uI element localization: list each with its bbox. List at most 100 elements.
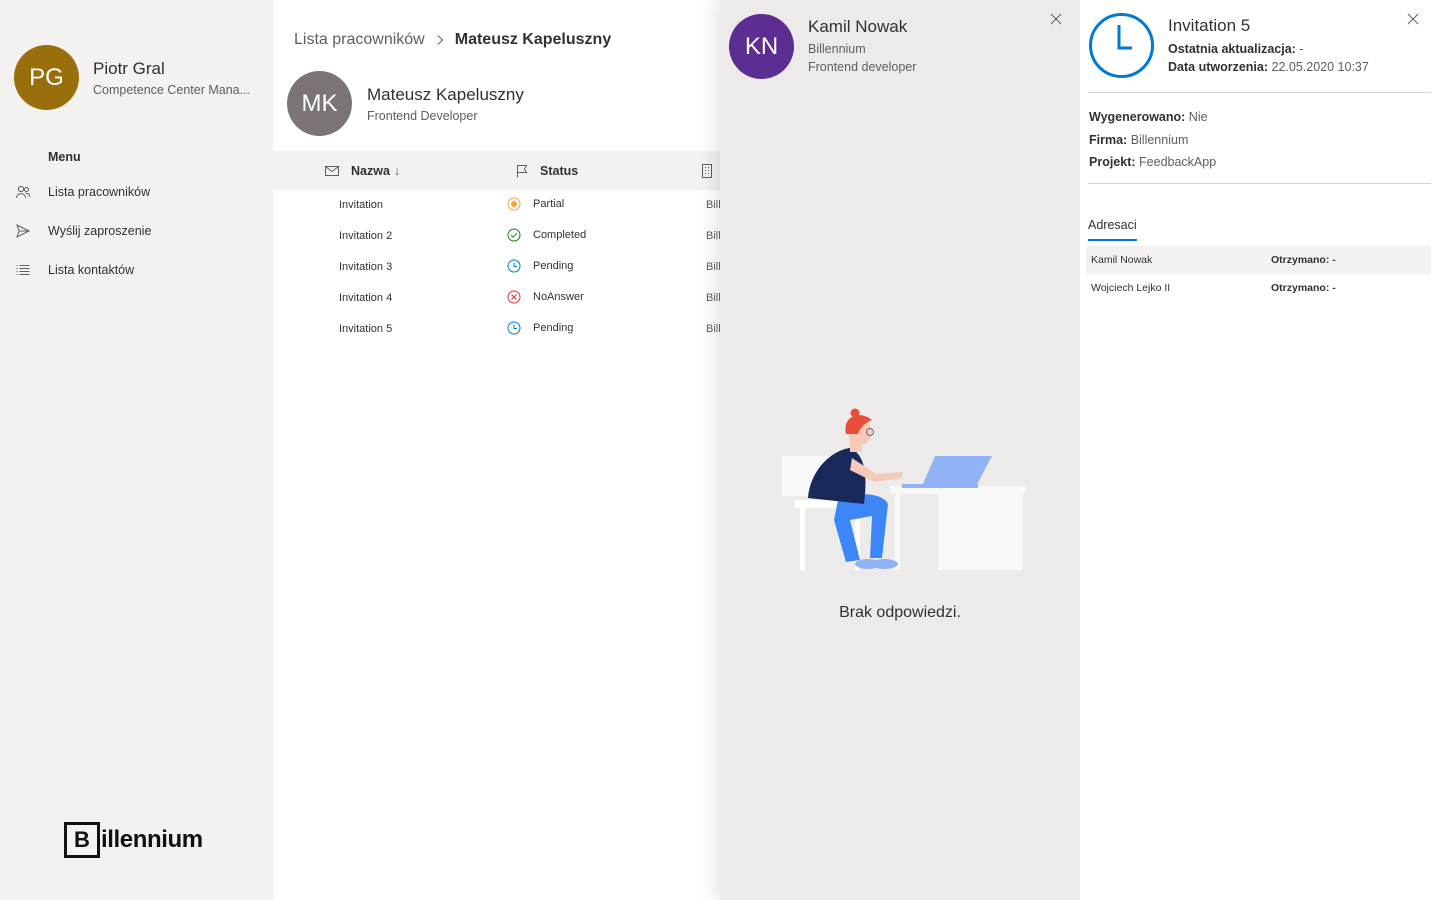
contact-name: Kamil Nowak [808, 17, 908, 36]
table-row[interactable]: Invitation 2 Completed Bill [273, 221, 720, 252]
created-value: 22.05.2020 10:37 [1271, 60, 1369, 74]
column-header-company[interactable] [702, 151, 720, 190]
last-update-line: Ostatnia aktualizacja: - [1168, 40, 1369, 58]
sidebar-item-employees[interactable]: Lista pracowników [0, 172, 273, 211]
invitation-details: Wygenerowano: Nie Firma: Billennium Proj… [1089, 106, 1216, 174]
clock-icon [1089, 13, 1154, 78]
created-line: Data utworzenia: 22.05.2020 10:37 [1168, 58, 1369, 76]
status-label: NoAnswer [533, 291, 584, 303]
contact-role: Frontend developer [808, 60, 917, 74]
company-cell: Bill [706, 323, 720, 335]
company-cell: Bill [706, 230, 720, 242]
status-label: Pending [533, 322, 574, 334]
contact-response-panel: KN Kamil Nowak Billennium Frontend devel… [720, 0, 1080, 900]
received-label: Otrzymano: [1271, 254, 1330, 266]
status-cell: Pending [507, 321, 573, 335]
invitation-header: Invitation 5 Ostatnia aktualizacja: - Da… [1088, 12, 1369, 79]
close-icon[interactable] [1048, 11, 1064, 27]
received-label: Otrzymano: [1271, 282, 1330, 294]
company-cell: Bill [706, 199, 720, 211]
contact-company: Billennium [808, 42, 866, 56]
user-role: Competence Center Mana... [93, 83, 251, 97]
column-header-name-label: Nazwa [351, 163, 390, 178]
invitation-details-panel: Invitation 5 Ostatnia aktualizacja: - Da… [1080, 0, 1440, 900]
pending-status-icon [507, 321, 521, 335]
generated-line: Wygenerowano: Nie [1089, 106, 1216, 129]
column-header-status[interactable]: Status [516, 151, 578, 190]
contact-header: KN Kamil Nowak Billennium Frontend devel… [729, 14, 916, 79]
breadcrumb-root-link[interactable]: Lista pracowników [294, 31, 425, 49]
status-label: Pending [533, 260, 574, 272]
recipient-name: Kamil Nowak [1091, 254, 1153, 266]
table-row[interactable]: Invitation 3 Pending Bill [273, 252, 720, 283]
divider [1088, 183, 1431, 184]
breadcrumb: Lista pracowników Mateusz Kapeluszny [294, 31, 611, 49]
recipient-received: Otrzymano: - [1271, 254, 1336, 266]
table-row[interactable]: Invitation 4 NoAnswer Bill [273, 283, 720, 314]
table-row[interactable]: Invitation Partial Bill [273, 190, 720, 221]
breadcrumb-current: Mateusz Kapeluszny [454, 31, 612, 48]
avatar: PG [14, 45, 79, 110]
no-response-message: Brak odpowiedzi. [839, 604, 961, 621]
send-icon [14, 222, 32, 240]
status-cell: NoAnswer [507, 290, 584, 304]
table-header: Nazwa ↓ Status [273, 151, 720, 190]
sidebar-item-label: Wyślij zaproszenie [48, 223, 152, 238]
received-value: - [1332, 254, 1336, 266]
brand-logo-text: illennium [101, 826, 203, 853]
invitation-name: Invitation 3 [339, 261, 393, 273]
pending-status-icon [507, 259, 521, 273]
sidebar-item-send-invitation[interactable]: Wyślij zaproszenie [0, 211, 273, 250]
company-value: Billennium [1130, 132, 1189, 147]
sidebar-nav: Lista pracowników Wyślij zaproszenie Lis… [0, 172, 273, 289]
recipients-list: Kamil Nowak Otrzymano: - Wojciech Lejko … [1086, 246, 1431, 302]
completed-status-icon [507, 228, 521, 242]
menu-heading: Menu [48, 150, 81, 164]
people-icon [14, 183, 32, 201]
sidebar: PG Piotr Gral Competence Center Mana... … [0, 0, 273, 900]
status-cell: Pending [507, 259, 573, 273]
empty-state-illustration [782, 408, 1025, 570]
flag-icon [516, 164, 528, 178]
invitations-table: Invitation Partial Bill Invitation 2 Com… [273, 190, 720, 345]
sort-descending-icon: ↓ [393, 163, 401, 178]
divider [1088, 92, 1431, 93]
close-icon[interactable] [1405, 11, 1421, 27]
last-update-label: Ostatnia aktualizacja: [1168, 42, 1296, 56]
invitation-name: Invitation [339, 199, 384, 211]
employee-profile: MK Mateusz Kapeluszny Frontend Developer [287, 71, 524, 136]
brand-logo: B illennium [64, 822, 203, 858]
status-label: Completed [533, 229, 587, 241]
tab-recipients[interactable]: Adresaci [1088, 218, 1137, 241]
column-header-status-label: Status [540, 163, 579, 178]
partial-status-icon [507, 197, 521, 211]
avatar: MK [287, 71, 352, 136]
project-value: FeedbackApp [1139, 155, 1217, 169]
employee-role: Frontend Developer [367, 109, 478, 123]
project-label: Projekt: [1089, 155, 1136, 169]
current-user-card[interactable]: PG Piotr Gral Competence Center Mana... [14, 45, 253, 110]
company-line: Firma: Billennium [1089, 129, 1216, 152]
list-icon [14, 261, 32, 279]
brand-logo-mark: B [64, 822, 100, 858]
sidebar-item-label: Lista kontaktów [48, 262, 135, 277]
list-item[interactable]: Wojciech Lejko II Otrzymano: - [1086, 274, 1431, 302]
recipient-received: Otrzymano: - [1271, 282, 1336, 294]
avatar: KN [729, 14, 794, 79]
employee-name: Mateusz Kapeluszny [367, 85, 524, 104]
recipient-name: Wojciech Lejko II [1091, 282, 1171, 294]
sidebar-item-label: Lista pracowników [48, 184, 151, 199]
mail-icon [325, 165, 339, 177]
status-cell: Completed [507, 228, 586, 242]
column-header-name[interactable]: Nazwa ↓ [325, 151, 400, 190]
invitation-name: Invitation 5 [339, 323, 393, 335]
sidebar-item-contacts[interactable]: Lista kontaktów [0, 250, 273, 289]
list-item[interactable]: Kamil Nowak Otrzymano: - [1086, 246, 1431, 274]
chevron-right-icon [435, 34, 445, 46]
status-cell: Partial [507, 197, 564, 211]
table-row[interactable]: Invitation 5 Pending Bill [273, 314, 720, 345]
user-name: Piotr Gral [93, 59, 165, 78]
main-content: Lista pracowników Mateusz Kapeluszny MK … [273, 0, 720, 900]
invitation-name: Invitation 4 [339, 292, 393, 304]
building-icon [702, 163, 712, 178]
